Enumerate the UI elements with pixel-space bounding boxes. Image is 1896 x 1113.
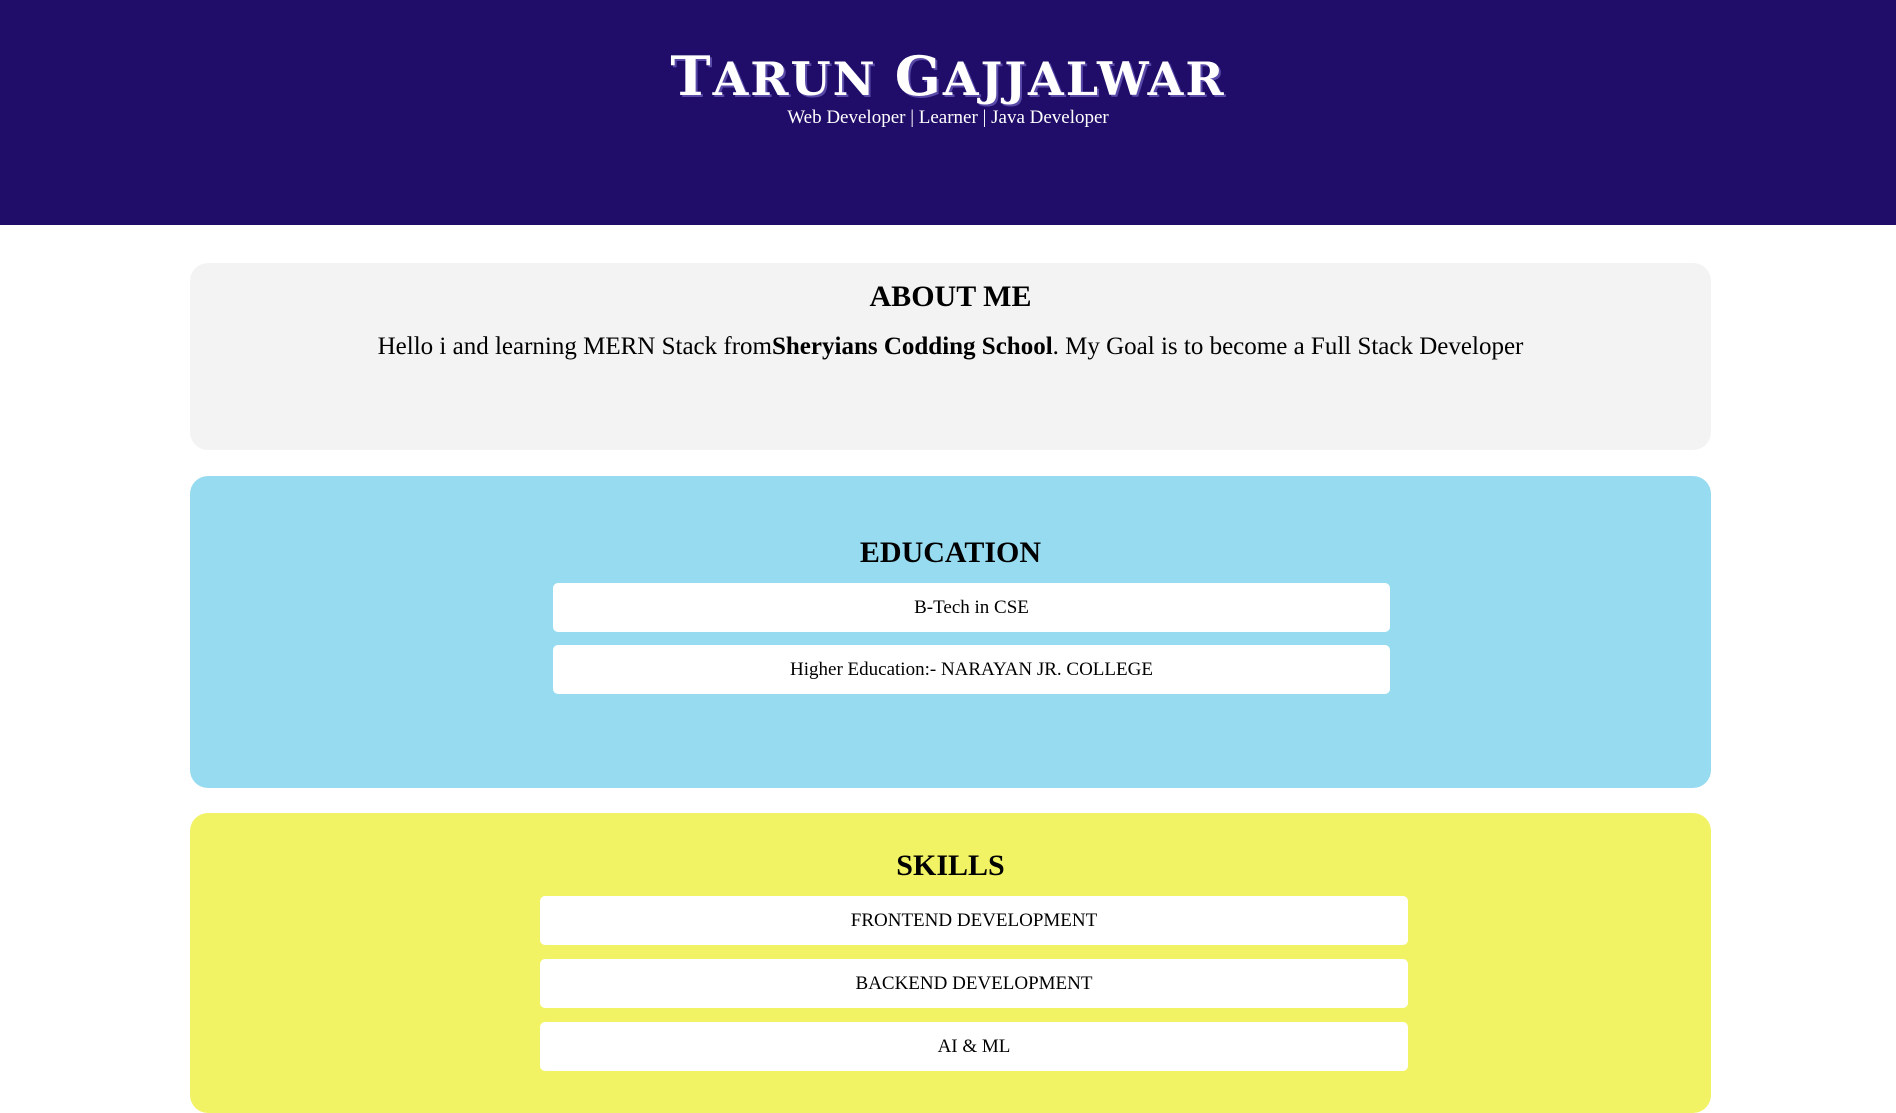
education-item: B-Tech in CSE: [553, 583, 1390, 632]
about-text-goal: . My Goal is to become a Full Stack Deve…: [1052, 333, 1524, 360]
site-title: Tarun Gajjalwar: [0, 40, 1896, 115]
skills-title: SKILLS: [896, 849, 1005, 882]
site-header: Tarun Gajjalwar Web Developer | Learner …: [0, 0, 1896, 225]
about-title: ABOUT ME: [869, 280, 1032, 313]
skills-section: SKILLS FRONTEND DEVELOPMENT BACKEND DEVE…: [190, 813, 1711, 1113]
title-last-initial: G: [894, 44, 943, 108]
education-section: EDUCATION B-Tech in CSE Higher Education…: [190, 476, 1711, 788]
title-last-rest: ajjalwar: [942, 52, 1226, 106]
title-first-initial: T: [670, 44, 713, 108]
skill-item: BACKEND DEVELOPMENT: [540, 959, 1408, 1008]
about-section: ABOUT ME Hello i and learning MERN Stack…: [190, 263, 1711, 450]
skill-item: AI & ML: [540, 1022, 1408, 1071]
education-item: Higher Education:- NARAYAN JR. COLLEGE: [553, 645, 1390, 694]
site-tagline: Web Developer | Learner | Java Developer: [787, 107, 1109, 128]
about-text: Hello i and learning MERN Stack fromSher…: [190, 331, 1711, 363]
title-first-rest: arun: [712, 52, 895, 106]
about-school-name: Sheryians Codding School: [772, 333, 1053, 360]
skill-item: FRONTEND DEVELOPMENT: [540, 896, 1408, 945]
about-text-intro: Hello i and learning MERN Stack from: [377, 333, 772, 360]
education-title: EDUCATION: [859, 536, 1042, 569]
